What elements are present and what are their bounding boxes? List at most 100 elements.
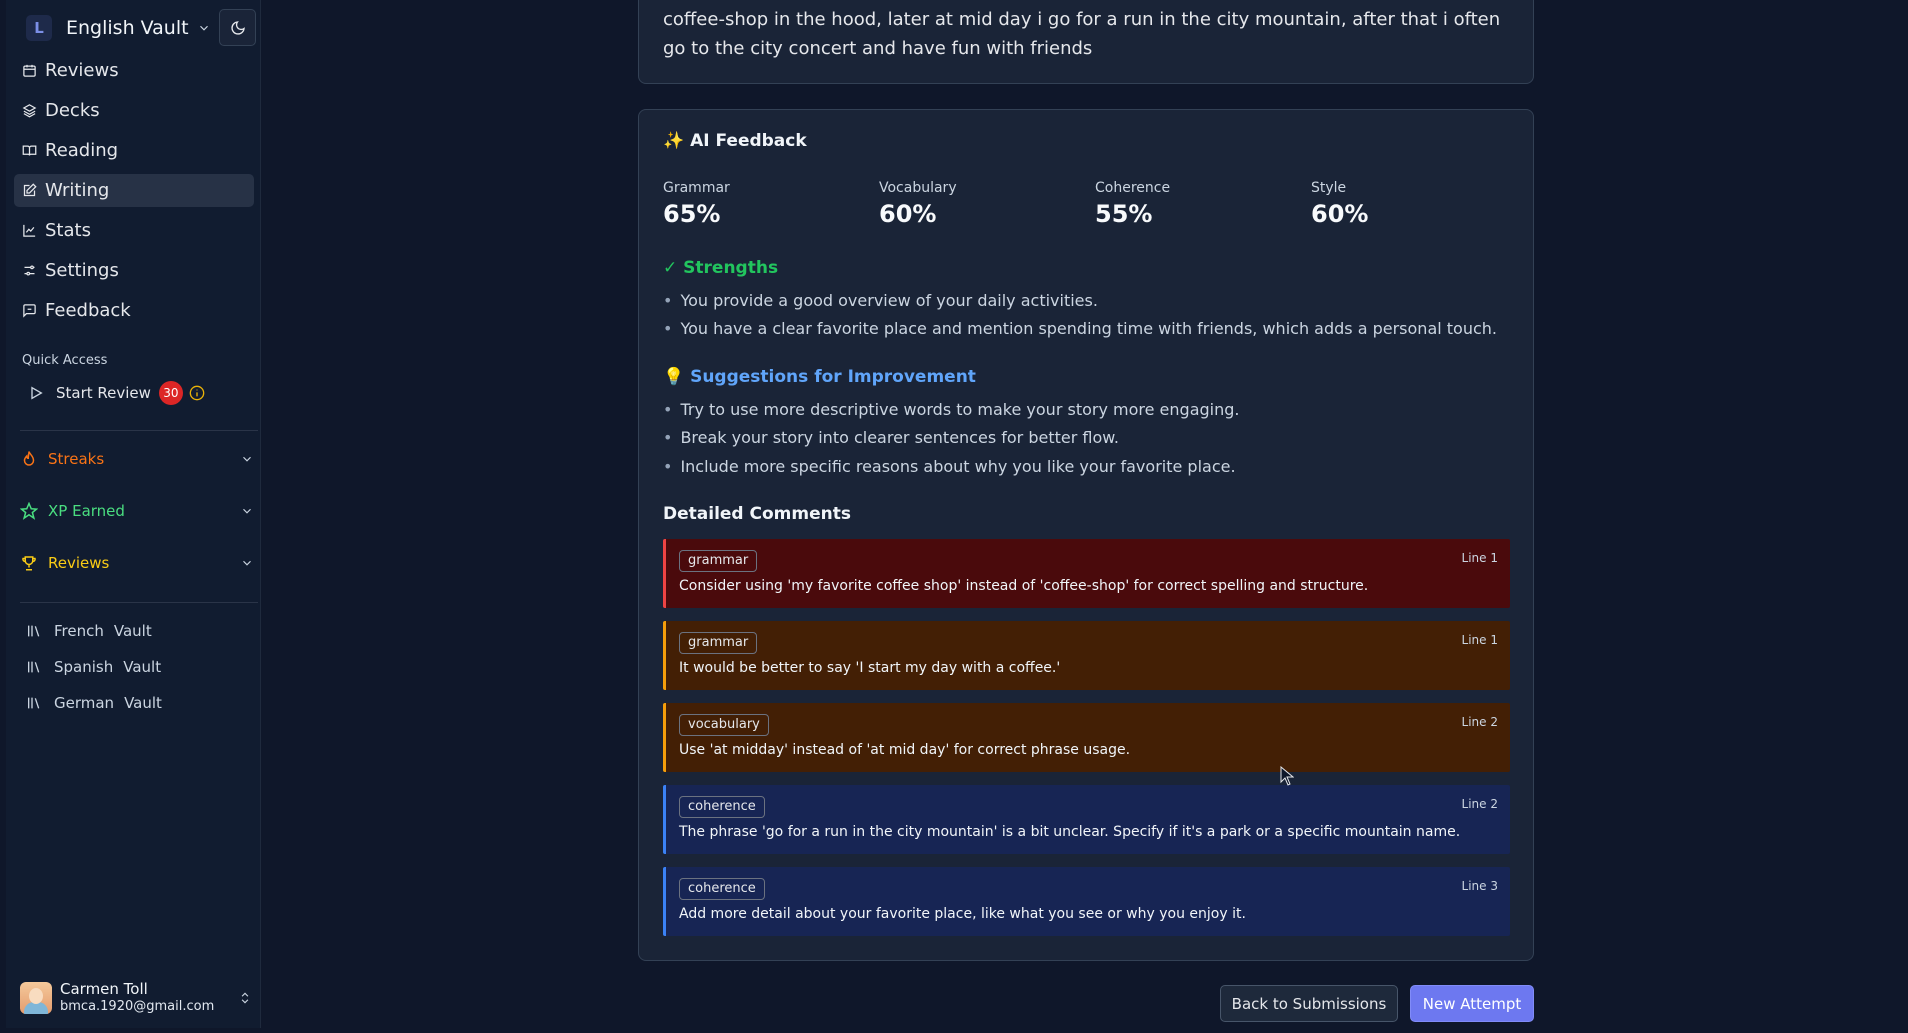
comment-line: Line 2 [1461, 715, 1498, 729]
comment-card: coherence Line 2 The phrase 'go for a ru… [663, 785, 1510, 854]
nav-reading[interactable]: Reading [14, 134, 254, 167]
vault-word: Vault [124, 694, 162, 712]
vault-word: Spanish [54, 658, 114, 676]
chevron-down-icon [243, 456, 251, 462]
nav-decks[interactable]: Decks [14, 94, 254, 127]
score-value: 55% [1095, 200, 1153, 228]
comment-tag: grammar [679, 632, 758, 654]
score-label: Style [1311, 180, 1347, 196]
comment-text: The phrase 'go for a run in the city mou… [679, 824, 1461, 840]
comment-line: Line 2 [1461, 797, 1498, 811]
comment-card: coherence Line 3 Add more detail about y… [663, 867, 1510, 936]
nav-label: Reviews [45, 60, 119, 81]
sliders-icon [24, 265, 35, 276]
reviews-group-label: Reviews [48, 554, 110, 572]
theme-toggle-button[interactable] [219, 9, 256, 46]
new-attempt-button[interactable]: New Attempt [1410, 985, 1534, 1022]
chevron-down-icon [243, 560, 251, 566]
layers-icon [22, 104, 37, 118]
score-value: 60% [879, 200, 937, 228]
vault-item-german[interactable]: German Vault [26, 692, 246, 714]
moon-icon [230, 20, 245, 35]
chevron-down-icon [243, 508, 251, 514]
suggestion-item: Include more specific reasons about why … [663, 457, 1235, 476]
score-grammar: Grammar 65% [663, 180, 730, 228]
score-vocabulary: Vocabulary 60% [879, 180, 957, 228]
xp-earned-group[interactable]: XP Earned [20, 498, 258, 524]
brand-logo: L [26, 15, 52, 41]
start-review-label: Start Review [56, 384, 151, 402]
vault-word: German [54, 694, 115, 712]
vault-word: Vault [113, 622, 152, 640]
essay-text: coffee-shop in the hood, later at mid da… [663, 9, 1501, 59]
comment-tag: coherence [679, 796, 765, 818]
mouse-cursor-icon [1280, 766, 1294, 786]
vault-item-spanish[interactable]: Spanish Vault [26, 656, 246, 678]
nav-settings[interactable]: Settings [14, 254, 254, 287]
ai-feedback-title: ✨ AI Feedback [663, 131, 807, 151]
start-review-button[interactable]: Start Review 30 [22, 381, 252, 405]
ai-feedback-card: ✨ AI Feedback Grammar 65% Vocabulary 60%… [638, 109, 1534, 961]
score-value: 60% [1311, 200, 1369, 228]
nav-label: Feedback [45, 300, 131, 321]
message-square-icon [23, 304, 36, 318]
nav-label: Settings [45, 260, 119, 281]
nav-label: Stats [45, 220, 91, 241]
star-icon [20, 502, 38, 520]
nav-writing[interactable]: Writing [14, 174, 254, 207]
vault-word: French [54, 622, 104, 640]
review-count-badge: 30 [158, 381, 183, 405]
comment-card: vocabulary Line 2 Use 'at midday' instea… [663, 703, 1510, 772]
calendar-icon [23, 64, 36, 77]
comment-line: Line 1 [1461, 551, 1498, 565]
book-open-icon [22, 145, 37, 156]
score-label: Vocabulary [879, 180, 957, 196]
vault-name: English Vault [66, 17, 189, 39]
comment-text: Consider using 'my favorite coffee shop'… [679, 578, 1369, 594]
user-email: bmca.1920@gmail.com [60, 999, 215, 1014]
nav-stats[interactable]: Stats [14, 214, 254, 247]
comment-tag: grammar [679, 550, 758, 572]
nav-label: Decks [45, 100, 100, 121]
nav-label: Reading [45, 140, 119, 161]
vault-word: Vault [123, 658, 162, 676]
xp-earned-label: XP Earned [48, 502, 125, 520]
comment-line: Line 1 [1461, 633, 1498, 647]
streaks-group[interactable]: Streaks [20, 446, 258, 472]
pencil-square-icon [23, 183, 37, 197]
play-icon [31, 386, 43, 400]
nav-reviews[interactable]: Reviews [14, 54, 254, 87]
quick-access-title: Quick Access [22, 353, 108, 368]
chevron-down-icon [199, 25, 208, 31]
comment-tag: vocabulary [679, 714, 769, 736]
chevrons-up-down-icon [241, 992, 249, 1004]
suggestions-heading: 💡 Suggestions for Improvement [663, 367, 976, 387]
detailed-comments-heading: Detailed Comments [663, 504, 851, 524]
score-label: Coherence [1095, 180, 1171, 196]
strengths-heading: ✓ Strengths [663, 258, 779, 278]
user-menu[interactable]: Carmen Toll bmca.1920@gmail.com [20, 978, 258, 1018]
comment-line: Line 3 [1461, 879, 1498, 893]
back-to-submissions-button[interactable]: Back to Submissions [1220, 985, 1398, 1022]
reviews-group[interactable]: Reviews [20, 550, 258, 576]
streaks-label: Streaks [48, 450, 105, 468]
vault-switcher[interactable]: L English Vault [18, 9, 256, 47]
info-icon[interactable] [189, 385, 205, 401]
divider [20, 430, 258, 431]
avatar [20, 982, 52, 1014]
nav-label: Writing [45, 180, 110, 201]
score-style: Style 60% [1311, 180, 1368, 228]
nav-feedback[interactable]: Feedback [14, 294, 254, 327]
vault-item-french[interactable]: French Vault [26, 620, 246, 642]
chart-line-icon [23, 224, 36, 237]
score-value: 65% [663, 200, 721, 228]
user-info: Carmen Toll bmca.1920@gmail.com [60, 981, 214, 1015]
main-nav: Reviews Decks Reading Writing Stats Sett… [14, 54, 254, 334]
score-label: Grammar [663, 180, 730, 196]
strength-item: You provide a good overview of your dail… [663, 291, 1098, 310]
sidebar: L English Vault Reviews Decks Reading Wr… [6, 0, 261, 1028]
library-icon [28, 625, 40, 637]
comment-card: grammar Line 1 It would be better to say… [663, 621, 1510, 690]
comment-tag: coherence [679, 878, 765, 900]
essay-card: coffee-shop in the hood, later at mid da… [638, 0, 1534, 84]
